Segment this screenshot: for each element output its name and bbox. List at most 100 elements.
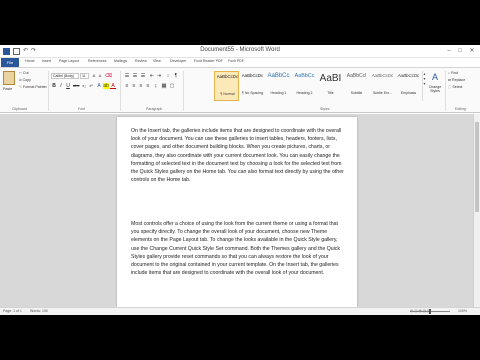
change-styles-button[interactable]: Change Styles <box>427 85 443 93</box>
style-preview: AaBbCcDc <box>371 73 394 78</box>
style-preview: AaBbCcDc <box>241 73 264 78</box>
find-label: Find <box>451 71 459 75</box>
style-preview: AaBI <box>319 73 342 84</box>
document-paragraph[interactable]: On the Insert tab, the galleries include… <box>131 127 347 184</box>
align-center-icon[interactable]: ≡ <box>131 83 137 89</box>
document-page[interactable]: On the Insert tab, the galleries include… <box>117 117 357 307</box>
scrollbar-thumb[interactable] <box>475 122 479 212</box>
format-painter-label: Format Painter <box>23 85 47 89</box>
font-size-box[interactable]: 11 <box>80 73 89 79</box>
increase-indent-icon[interactable]: ⇥ <box>156 73 162 79</box>
styles-scroll[interactable]: ▴ ▾ ▾ <box>422 71 426 101</box>
vertical-scrollbar[interactable] <box>473 114 480 307</box>
align-left-icon[interactable]: ≡ <box>124 83 130 89</box>
separator <box>48 71 49 111</box>
paste-button[interactable]: Paste <box>3 87 12 91</box>
line-spacing-icon[interactable]: ↨ <box>153 83 159 89</box>
font-name-box[interactable]: Calibri (Body) <box>51 73 79 79</box>
highlight-icon[interactable]: ab <box>103 83 109 89</box>
change-styles-icon[interactable]: A <box>430 71 440 83</box>
strikethrough-icon[interactable]: abc <box>73 83 79 89</box>
tab-view[interactable]: View <box>153 59 161 63</box>
style-emphasis[interactable]: AaBbCcDc Emphasis <box>396 71 421 101</box>
sort-icon[interactable]: ↕ <box>165 73 171 79</box>
shrink-font-icon[interactable]: A <box>97 73 103 79</box>
style-preview: AaBbCcl <box>346 73 367 79</box>
style-heading-2[interactable]: AaBbCc Heading 2 <box>292 71 317 101</box>
tab-foxit-reader-pdf[interactable]: Foxit Reader PDF <box>194 59 223 63</box>
shading-icon[interactable]: ▦ <box>161 83 167 89</box>
zoom-knob[interactable] <box>429 309 431 314</box>
tab-page-layout[interactable]: Page Layout <box>59 59 79 63</box>
document-area[interactable]: On the Insert tab, the galleries include… <box>0 114 480 307</box>
justify-icon[interactable]: ≡ <box>145 83 151 89</box>
maximize-button[interactable]: □ <box>455 47 465 55</box>
video-frame: ↶ ↷ Document55 - Microsoft Word – □ ✕ Fi… <box>0 0 480 360</box>
style-preview: AaBbCcDc <box>216 74 239 79</box>
align-right-icon[interactable]: ≡ <box>138 83 144 89</box>
superscript-icon[interactable]: x² <box>88 83 94 89</box>
tab-review[interactable]: Review <box>135 59 147 63</box>
numbering-icon[interactable]: ☰ <box>132 73 138 79</box>
style-name: Emphasis <box>400 91 417 95</box>
tab-file[interactable]: File <box>1 58 19 67</box>
style-no-spacing[interactable]: AaBbCcDc ¶ No Spacing <box>240 71 265 101</box>
style-name: Heading 1 <box>270 91 287 95</box>
style-preview: AaBbCc <box>267 73 290 79</box>
tab-mailings[interactable]: Mailings <box>114 59 127 63</box>
paragraph-group-label: Paragraph <box>146 107 163 111</box>
font-color-icon[interactable]: A <box>110 83 116 89</box>
cut-button[interactable]: ✂ Cut <box>19 71 29 75</box>
ribbon-tabs: File Home Insert Page Layout References … <box>0 58 480 67</box>
style-name: ¶ No Spacing <box>242 91 263 95</box>
text-effects-icon[interactable]: A <box>96 83 102 89</box>
clear-format-icon[interactable]: ⌫ <box>105 73 112 79</box>
bold-icon[interactable]: B <box>51 83 57 89</box>
borders-icon[interactable]: ▢ <box>169 83 175 89</box>
styles-group-label: Styles <box>320 107 330 111</box>
word-window: ↶ ↷ Document55 - Microsoft Word – □ ✕ Fi… <box>0 45 480 315</box>
select-button[interactable]: ⬚ Select <box>448 85 462 89</box>
decrease-indent-icon[interactable]: ⇤ <box>149 73 155 79</box>
copy-button[interactable]: ⧉ Copy <box>19 78 31 82</box>
tab-foxit-pdf[interactable]: Foxit PDF <box>228 59 244 63</box>
style-name: Heading 2 <box>296 91 313 95</box>
tab-insert[interactable]: Insert <box>42 59 51 63</box>
style-name: Subtitle <box>350 91 363 95</box>
zoom-level[interactable]: 100% <box>458 309 467 313</box>
style-subtitle[interactable]: AaBbCcl Subtitle <box>344 71 369 101</box>
close-button[interactable]: ✕ <box>467 47 477 55</box>
tab-home[interactable]: Home <box>25 59 35 63</box>
find-button[interactable]: ⌕ Find <box>448 71 458 75</box>
style-subtle-emphasis[interactable]: AaBbCcDc Subtle Em... <box>370 71 395 101</box>
style-heading-1[interactable]: AaBbCc Heading 1 <box>266 71 291 101</box>
italic-icon[interactable]: I <box>58 83 64 89</box>
format-painter-button[interactable]: ✎ Format Painter <box>19 85 47 89</box>
style-normal[interactable]: AaBbCcDc ¶ Normal <box>214 71 239 101</box>
editing-group-label: Editing <box>455 107 466 111</box>
word-count[interactable]: Words: 190 <box>30 309 48 313</box>
style-name: Title <box>327 91 334 95</box>
cut-label: Cut <box>23 71 29 75</box>
subscript-icon[interactable]: x₂ <box>81 83 87 89</box>
style-name: Subtle Em... <box>372 91 393 95</box>
separator <box>183 71 184 111</box>
minimize-button[interactable]: – <box>444 47 454 55</box>
document-paragraph[interactable]: Most controls offer a choice of using th… <box>131 220 347 277</box>
tab-references[interactable]: References <box>88 59 106 63</box>
style-preview: AaBbCcDc <box>397 73 420 78</box>
show-marks-icon[interactable]: ¶ <box>173 73 179 79</box>
multilevel-list-icon[interactable]: ☰ <box>140 73 146 79</box>
style-title[interactable]: AaBI Title <box>318 71 343 101</box>
copy-label: Copy <box>22 78 31 82</box>
bullets-icon[interactable]: ☰ <box>124 73 130 79</box>
separator <box>120 71 121 111</box>
page-count[interactable]: Page: 1 of 1 <box>3 309 22 313</box>
clipboard-group-label: Clipboard <box>12 107 27 111</box>
paste-icon[interactable] <box>3 71 15 85</box>
replace-label: Replace <box>452 78 466 82</box>
replace-button[interactable]: ⇄ Replace <box>448 78 465 82</box>
underline-icon[interactable]: U <box>65 83 71 89</box>
status-bar: Page: 1 of 1 Words: 190 ▤ ▥ ▦ ▧ ▨ 100% <box>0 307 480 315</box>
tab-developer[interactable]: Developer <box>170 59 186 63</box>
